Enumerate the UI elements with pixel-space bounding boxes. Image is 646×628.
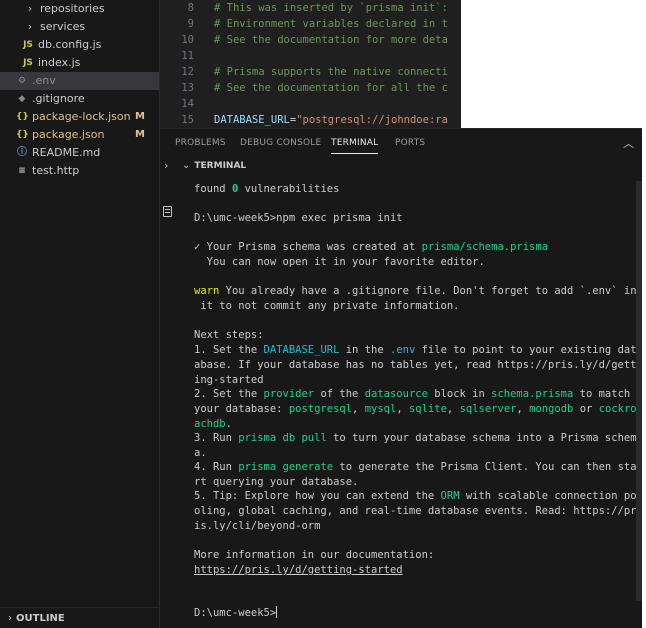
chevron-up-icon[interactable]: ︿	[623, 135, 634, 151]
code-line: 14	[181, 98, 194, 110]
chevron-right-icon: ›	[27, 20, 33, 33]
outline-section-header[interactable]: › OUTLINE	[0, 607, 159, 628]
explorer-sidebar: › repositories › services JS db.config.js J…	[0, 0, 160, 628]
code-line: 12 # Prisma supports the native connecti	[181, 66, 448, 78]
javascript-file-icon: JS	[23, 58, 33, 68]
tree-item-readme-md[interactable]: ⓘ README.md	[0, 144, 159, 162]
terminal-line: is.ly/cli/beyond-orm	[194, 520, 321, 532]
terminal-line: your database: postgresql, mysql, sqlite…	[194, 403, 637, 415]
terminal-line: warn You already have a .gitignore file.…	[194, 285, 637, 297]
terminal-line: Next steps:	[194, 329, 264, 341]
tree-item-index-js[interactable]: JS index.js	[0, 54, 159, 72]
terminal-section-header[interactable]: ⌄ TERMINAL	[182, 159, 246, 173]
code-line: 13 # See the documentation for all the c	[181, 82, 448, 94]
terminal-cursor	[276, 606, 278, 618]
panel-tabs: PROBLEMS DEBUG CONSOLE TERMINAL PORTS ︿	[160, 129, 642, 157]
tree-item-env[interactable]: ⚙ .env	[0, 72, 159, 90]
terminal-line: rt querying your database.	[194, 476, 359, 488]
modified-badge: M	[135, 111, 145, 122]
terminal-line: found 0 vulnerabilities	[194, 183, 340, 195]
terminal-line: achdb.	[194, 418, 232, 430]
window-edge	[642, 128, 646, 628]
documentation-link[interactable]: https://pris.ly/d/getting-started	[194, 563, 403, 578]
terminal-prompt-line: D:\umc-week5>	[194, 606, 278, 619]
terminal-line: 4. Run prisma generate to generate the P…	[194, 461, 637, 473]
tab-terminal[interactable]: TERMINAL	[331, 136, 379, 154]
code-line: 8 # This was inserted by `prisma init`:	[187, 2, 448, 14]
diamond-icon: ◆	[18, 94, 26, 104]
terminal-line: 5. Tip: Explore how you can extend the O…	[194, 490, 637, 502]
code-line: 11	[181, 50, 194, 62]
modified-badge: M	[135, 129, 145, 140]
editor-overflow-area	[461, 0, 646, 128]
tree-item-package-json[interactable]: {} package.json M	[0, 126, 159, 144]
terminal-line: it to not commit any private information…	[194, 300, 460, 312]
code-editor[interactable]: 8 # This was inserted by `prisma init`: 9…	[160, 0, 461, 128]
chevron-down-icon: ⌄	[182, 160, 191, 171]
gear-icon: ⚙	[17, 76, 27, 86]
tree-item-services[interactable]: › services	[0, 18, 159, 36]
tree-item-gitignore[interactable]: ◆ .gitignore	[0, 90, 159, 108]
terminal-line: You can now open it in your favorite edi…	[194, 256, 485, 268]
terminal-line: D:\umc-week5>npm exec prisma init	[194, 212, 403, 224]
bottom-panel: PROBLEMS DEBUG CONSOLE TERMINAL PORTS ︿ …	[160, 128, 642, 628]
json-file-icon: {}	[16, 130, 29, 140]
tree-item-package-lock-json[interactable]: {} package-lock.json M	[0, 108, 159, 126]
terminal-line: a.	[194, 447, 207, 459]
terminal-line: abase. If your database has no tables ye…	[194, 359, 637, 371]
info-icon: ⓘ	[17, 147, 27, 158]
tab-debug-console[interactable]: DEBUG CONSOLE	[240, 136, 321, 150]
javascript-file-icon: JS	[23, 40, 33, 50]
tree-item-db-config-js[interactable]: JS db.config.js	[0, 36, 159, 54]
terminal-line: More information in our documentation:	[194, 549, 435, 561]
code-line: 9 # Environment variables declared in t	[187, 18, 448, 30]
tab-problems[interactable]: PROBLEMS	[175, 136, 226, 150]
terminal-line: oling, global caching, and real-time dat…	[194, 505, 637, 517]
code-line: 15 DATABASE_URL="postgresql://johndoe:ra	[181, 114, 448, 126]
json-file-icon: {}	[16, 112, 29, 122]
tab-ports[interactable]: PORTS	[395, 136, 425, 150]
chevron-right-icon[interactable]: ›	[164, 159, 168, 172]
terminal-line: ing-started	[194, 374, 264, 386]
chevron-right-icon: ›	[8, 613, 12, 624]
terminal-line: 1. Set the DATABASE_URL in the .env file…	[194, 344, 637, 356]
terminal-line: 2. Set the provider of the datasource bl…	[194, 388, 631, 400]
terminal-list-icon[interactable]	[163, 206, 172, 217]
chevron-right-icon: ›	[27, 2, 33, 15]
tree-item-test-http[interactable]: ≡ test.http	[0, 162, 159, 180]
list-icon: ≡	[18, 166, 26, 176]
tree-item-repositories[interactable]: › repositories	[0, 0, 159, 18]
terminal-line: ✓ Your Prisma schema was created at pris…	[194, 241, 549, 253]
panel-gutter: ›	[160, 157, 178, 628]
terminal-line: 3. Run prisma db pull to turn your datab…	[194, 432, 637, 444]
code-line: 10 # See the documentation for more deta	[181, 34, 448, 46]
vscode-window: › repositories › services JS db.config.js J…	[0, 0, 646, 628]
